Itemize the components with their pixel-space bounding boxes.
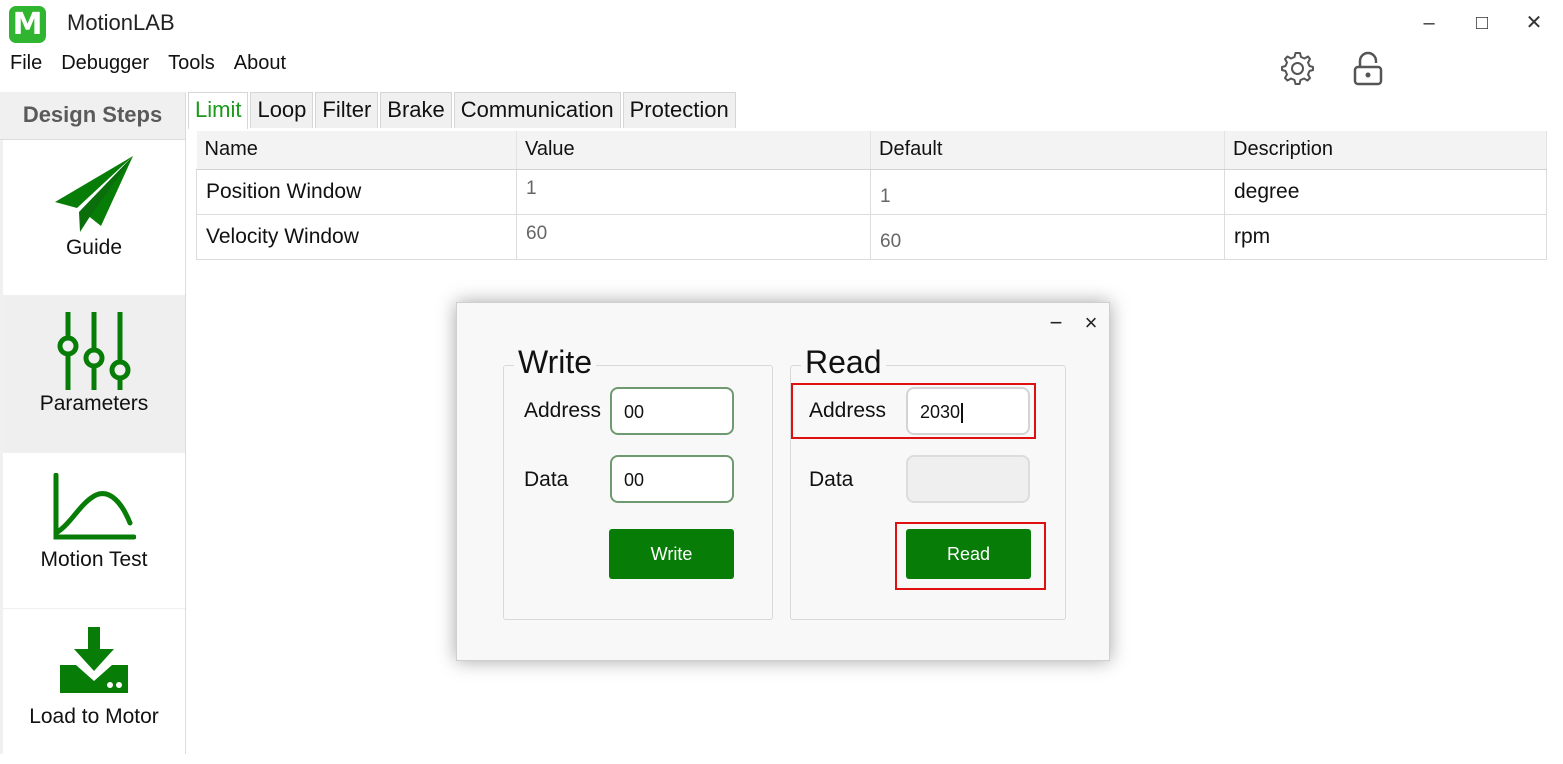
step-label-load-to-motor: Load to Motor <box>29 705 159 728</box>
step-label-motion-test: Motion Test <box>40 548 148 571</box>
tab-bar: Limit Loop Filter Brake Communication Pr… <box>188 92 738 129</box>
cell-value[interactable]: 1 <box>516 168 871 215</box>
column-header-name[interactable]: Name <box>196 131 517 170</box>
write-address-label: Address <box>524 399 602 422</box>
write-address-input[interactable]: 00 <box>610 387 734 435</box>
cell-name: Velocity Window <box>196 213 517 260</box>
app-title: MotionLAB <box>67 10 175 35</box>
step-motion-test[interactable]: Motion Test <box>3 453 185 608</box>
step-load-to-motor[interactable]: Load to Motor <box>3 609 185 764</box>
tab-communication[interactable]: Communication <box>453 92 621 128</box>
cell-value[interactable]: 60 <box>516 213 871 260</box>
lock-icon[interactable] <box>1350 50 1386 86</box>
parameter-table: Name Value Default Description Position … <box>196 131 1547 260</box>
tab-filter[interactable]: Filter <box>315 92 379 128</box>
gear-icon[interactable] <box>1279 50 1315 86</box>
register-dialog: − × Write Address 00 Data 00 Write Read … <box>456 302 1110 661</box>
minimize-button[interactable]: ‒ <box>1414 8 1444 38</box>
close-button[interactable]: ✕ <box>1519 8 1549 38</box>
read-data-output <box>906 455 1030 503</box>
table-row[interactable]: Position Window 1 1 degree <box>196 168 1547 215</box>
cell-description: rpm <box>1224 213 1547 260</box>
dialog-close-button[interactable]: × <box>1079 311 1103 335</box>
tab-protection[interactable]: Protection <box>622 92 736 128</box>
highlight-read-button <box>895 522 1046 590</box>
tab-limit[interactable]: Limit <box>188 92 249 129</box>
step-label-parameters: Parameters <box>39 392 149 415</box>
title-bar: M MotionLAB ‒ □ ✕ <box>0 0 1563 46</box>
sidebar-title: Design Steps <box>0 92 185 140</box>
read-data-label: Data <box>809 468 854 491</box>
maximize-button[interactable]: □ <box>1467 8 1497 38</box>
write-button[interactable]: Write <box>609 529 734 579</box>
menu-tools[interactable]: Tools <box>158 48 224 80</box>
step-guide[interactable]: Guide <box>3 140 185 295</box>
cell-default: 60 <box>870 213 1225 260</box>
read-group-title: Read <box>801 344 886 380</box>
table-header: Name Value Default Description <box>196 131 1547 170</box>
app-logo: M <box>9 6 46 43</box>
menu-bar: File Debugger Tools About <box>0 48 295 80</box>
column-header-default[interactable]: Default <box>870 131 1225 170</box>
sliders-icon <box>57 312 131 390</box>
table-row[interactable]: Velocity Window 60 60 rpm <box>196 213 1547 260</box>
download-icon <box>60 627 128 693</box>
menu-about[interactable]: About <box>224 48 295 80</box>
write-group: Write Address 00 Data 00 Write <box>503 344 773 620</box>
cell-description: degree <box>1224 168 1547 215</box>
column-header-description[interactable]: Description <box>1224 131 1547 170</box>
menu-debugger[interactable]: Debugger <box>51 48 158 80</box>
cell-name: Position Window <box>196 168 517 215</box>
menu-file[interactable]: File <box>0 48 51 80</box>
write-data-label: Data <box>524 468 569 491</box>
write-group-title: Write <box>514 344 597 380</box>
write-data-input[interactable]: 00 <box>610 455 734 503</box>
sidebar: Design Steps Guide Parameters Motion Tes… <box>0 92 186 764</box>
dialog-minimize-button[interactable]: − <box>1044 311 1068 335</box>
step-parameters[interactable]: Parameters <box>3 296 185 451</box>
curve-chart-icon <box>53 473 136 540</box>
highlight-read-address <box>791 383 1036 439</box>
paper-plane-icon <box>55 156 133 232</box>
tab-brake[interactable]: Brake <box>380 92 452 128</box>
cell-default: 1 <box>870 168 1225 215</box>
tab-loop[interactable]: Loop <box>250 92 314 128</box>
step-label-guide: Guide <box>65 236 123 259</box>
column-header-value[interactable]: Value <box>516 131 871 170</box>
